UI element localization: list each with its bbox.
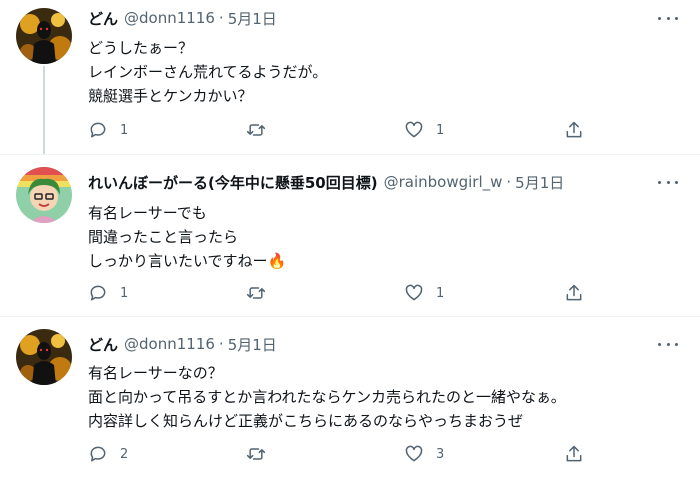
tweet-header: れいんぼーがーる(今年中に懸垂50回目標) @rainbowgirl_w · 5… [88, 171, 564, 193]
tweet-text: 有名レーサーでも 間違ったこと言ったら しっかり言いたいですねー🔥 [88, 201, 286, 273]
tweet-text-segment: しっかり言いたいですねー [88, 252, 268, 270]
fire-emoji: 🔥 [267, 252, 287, 270]
tweet-text-line: 競艇選手とケンカかい？ [88, 87, 253, 105]
tweet-text-line: 面と向かって吊るすとか言われたならケンカ売られたのと一緒やなぁ。 [88, 388, 566, 406]
like-count: 1 [436, 122, 445, 138]
share-button[interactable] [564, 442, 584, 466]
reply-button[interactable]: 1 [88, 281, 128, 305]
tweet-text-line: どうしたぁー？ [88, 39, 194, 57]
tweet-date[interactable]: 5月1日 [228, 8, 277, 29]
tweet-text-line: 内容詳しく知らんけど正義がこちらにあるのならやっちまおうぜ [88, 412, 524, 430]
tweet-header: どん @donn1116 · 5月1日 [88, 7, 277, 29]
tweet-header: どん @donn1116 · 5月1日 [88, 333, 277, 355]
separator-dot: · [218, 9, 224, 27]
reply-icon [90, 285, 106, 301]
tweet-text: 有名レーサーなの？ 面と向かって吊るすとか言われたならケンカ売られたのと一緒やな… [88, 361, 566, 433]
tweet-actions: 1 1 [88, 118, 688, 142]
tweet-text-line: レインボーさん荒れてるようだが。 [88, 63, 328, 81]
share-button[interactable] [564, 118, 584, 142]
reply-icon [90, 122, 106, 138]
reply-button[interactable]: 2 [88, 442, 128, 466]
like-button[interactable]: 1 [404, 281, 444, 305]
share-icon [566, 445, 582, 462]
share-icon [566, 284, 582, 301]
reply-button[interactable]: 1 [88, 118, 128, 142]
tweet-date[interactable]: 5月1日 [228, 334, 277, 355]
separator-dot: · [506, 173, 512, 191]
tweet-text-line: しっかり言いたいですねー🔥 [88, 249, 286, 273]
heart-icon [405, 121, 423, 138]
tweet-actions: 2 3 [88, 442, 688, 466]
retweet-button[interactable] [246, 118, 278, 142]
retweet-button[interactable] [246, 281, 278, 305]
like-button[interactable]: 3 [404, 442, 444, 466]
reply-count: 2 [120, 446, 129, 462]
share-button[interactable] [564, 281, 584, 305]
like-count: 3 [436, 446, 445, 462]
username-handle[interactable]: @donn1116 [124, 335, 215, 353]
like-count: 1 [436, 285, 445, 301]
display-name[interactable]: どん [88, 8, 118, 29]
tweet[interactable]: どん @donn1116 · 5月1日 有名レーサーなの？ 面と向かって吊るすと… [0, 316, 700, 482]
like-button[interactable]: 1 [404, 118, 444, 142]
more-options-icon[interactable] [658, 172, 678, 192]
tweet[interactable]: れいんぼーがーる(今年中に懸垂50回目標) @rainbowgirl_w · 5… [0, 154, 700, 316]
separator-dot: · [218, 335, 224, 353]
reply-count: 1 [120, 122, 129, 138]
more-options-icon[interactable] [658, 334, 678, 354]
retweet-icon [246, 448, 266, 460]
more-options-icon[interactable] [658, 8, 678, 28]
share-icon [566, 121, 582, 138]
avatar[interactable] [16, 329, 72, 385]
retweet-icon [246, 124, 266, 136]
display-name[interactable]: れいんぼーがーる(今年中に懸垂50回目標) [88, 172, 378, 193]
tweet-text-line: 有名レーサーでも [88, 204, 207, 222]
tweet-date[interactable]: 5月1日 [515, 172, 564, 193]
reply-icon [90, 446, 106, 462]
username-handle[interactable]: @rainbowgirl_w [384, 173, 503, 191]
tweet-text-line: 間違ったこと言ったら [88, 228, 239, 246]
tweet-text: どうしたぁー？ レインボーさん荒れてるようだが。 競艇選手とケンカかい？ [88, 36, 327, 108]
display-name[interactable]: どん [88, 334, 118, 355]
username-handle[interactable]: @donn1116 [124, 9, 215, 27]
avatar[interactable] [16, 167, 72, 223]
reply-count: 1 [120, 285, 129, 301]
tweet-text-line: 有名レーサーなの？ [88, 364, 223, 382]
retweet-icon [246, 287, 266, 299]
tweet[interactable]: どん @donn1116 · 5月1日 どうしたぁー？ レインボーさん荒れてるよ… [0, 0, 700, 154]
heart-icon [405, 284, 423, 301]
retweet-button[interactable] [246, 442, 278, 466]
heart-icon [405, 445, 423, 462]
thread-connector-line [43, 66, 45, 154]
tweet-actions: 1 1 [88, 281, 688, 305]
avatar[interactable] [16, 8, 72, 64]
